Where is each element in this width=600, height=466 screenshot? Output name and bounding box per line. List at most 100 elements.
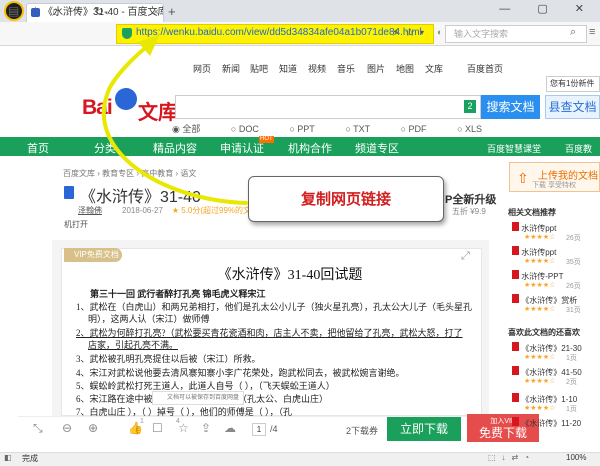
gnav-premium[interactable]: 精品内容 <box>153 140 197 156</box>
related-item-pages: 26页 <box>566 235 581 242</box>
page-number-input[interactable]: 1 <box>252 423 266 436</box>
gnav-smart-class[interactable]: 百度智慧课堂 <box>487 142 541 155</box>
liked-item-pages: 2页 <box>566 379 577 386</box>
dislike-icon[interactable]: ☐ <box>152 421 163 435</box>
search-engine-icon[interactable]: ◐ <box>437 27 442 37</box>
related-docs-header: 相关文档推荐 <box>508 208 556 217</box>
forward-icon[interactable]: › <box>75 4 79 18</box>
nav-link-wenku[interactable]: 文库 <box>425 62 443 75</box>
extensions-icon[interactable]: ▤ <box>8 4 19 18</box>
new-tab-button[interactable]: + <box>168 4 176 19</box>
like-count: 1 <box>140 418 144 425</box>
zoom-out-icon[interactable]: ⊖ <box>62 421 72 435</box>
filter-xls[interactable]: ○ XLS <box>457 124 496 134</box>
url-dropdown-icon[interactable]: ▾ <box>420 28 424 37</box>
search-icon[interactable]: ⌕ <box>570 26 576 39</box>
cloud-icon[interactable]: ☁ <box>224 421 236 435</box>
upload-subtitle: 下载 享受特权 <box>532 182 576 189</box>
filter-doc-label: DOC <box>238 124 259 134</box>
save-to-netdisk-toast[interactable]: 文档可以被保存到百度网盘 <box>152 391 244 405</box>
gnav-edu[interactable]: 百度教 <box>565 142 592 155</box>
nav-link-tieba[interactable]: 贴吧 <box>250 62 268 75</box>
filter-pdf[interactable]: ○ PDF <box>401 124 441 134</box>
filter-doc[interactable]: ○ DOC <box>231 124 273 134</box>
nav-link-news[interactable]: 新闻 <box>222 62 240 75</box>
nav-link-web[interactable]: 网页 <box>193 62 211 75</box>
breadcrumb[interactable]: 百度文库 › 教育专区 › 高中教育 › 语文 <box>63 168 196 179</box>
liked-item-stars: ★★★★☆ <box>524 378 556 385</box>
vip-upgrade-title[interactable]: P全新升级 <box>445 191 496 207</box>
liked-item-title: 《水浒传》11-20 <box>521 419 582 428</box>
back-icon[interactable]: ← <box>103 4 115 18</box>
word-doc-icon <box>512 342 519 351</box>
filter-xls-label: XLS <box>465 124 483 134</box>
star-icon[interactable]: ☆ <box>30 4 41 18</box>
download-now-button[interactable]: 立即下载 <box>387 417 461 441</box>
gnav-home[interactable]: 首页 <box>27 140 49 156</box>
url-text[interactable]: https://wenku.baidu.com/view/dd5d34834af… <box>136 27 422 38</box>
doc-meta: 泽翰佛 2018-06-27 ★ 5.0分(超过99%的文档) <box>78 205 262 216</box>
nav-link-video[interactable]: 视频 <box>308 62 326 75</box>
doc-line: 明），这两人认（宋江）做师傅 <box>88 314 210 324</box>
fullscreen-icon[interactable]: ⤢ <box>461 250 470 263</box>
liked-item-title: 《水浒传》21-30 <box>521 344 582 353</box>
lightning-icon[interactable]: ⚡ <box>392 26 400 39</box>
filter-txt[interactable]: ○ TXT <box>345 124 384 134</box>
gnav-certify[interactable]: 申请认证 <box>220 140 264 156</box>
liked-item[interactable]: 《水浒传》11-20 <box>512 417 600 429</box>
author-link[interactable]: 泽翰佛 <box>78 206 102 215</box>
related-item-title: 水浒传ppt <box>521 248 557 257</box>
doc-search-input[interactable] <box>175 95 481 119</box>
nav-link-baidu-home[interactable]: 百度首页 <box>467 62 503 75</box>
gnav-category[interactable]: 分类 <box>94 140 116 156</box>
tab-close-icon[interactable]: × <box>153 4 159 21</box>
status-icon: ◧ <box>4 453 12 462</box>
status-tools-icons[interactable]: ⬚↓⇄◔ <box>488 453 535 462</box>
bookmark-star-icon[interactable]: ☆ <box>405 26 415 39</box>
filter-ppt[interactable]: ○ PPT <box>289 124 328 134</box>
share-icon[interactable]: ⇪ <box>201 421 211 435</box>
nav-link-images[interactable]: 图片 <box>367 62 385 75</box>
security-shield-icon <box>122 28 132 39</box>
upload-icon: ⇧ <box>517 170 529 186</box>
vip-free-badge: VIP免费文档 <box>64 248 122 262</box>
window-controls[interactable]: — ▢ ✕ <box>499 2 596 15</box>
nav-link-zhidao[interactable]: 知道 <box>279 62 297 75</box>
filter-all[interactable]: ◉ 全部 <box>172 124 214 134</box>
doc-line: 3、武松被孔明孔亮提住以后被（宋江）所救。 <box>76 354 261 364</box>
vip-upgrade-price: 五折 ¥9.9 <box>452 207 486 216</box>
hot-badge: HOT <box>259 136 274 143</box>
nav-link-maps[interactable]: 地图 <box>396 62 414 75</box>
filter-txt-label: TXT <box>353 124 371 134</box>
word-doc-icon <box>64 186 74 199</box>
open-hint: 机打开 <box>64 220 88 229</box>
also-liked-header: 喜欢此文档的还喜欢 <box>508 328 580 337</box>
related-item-title: 《水浒传》赏析 <box>521 296 578 305</box>
nav-link-music[interactable]: 音乐 <box>337 62 355 75</box>
word-doc-icon <box>512 222 519 231</box>
search-badge: 2 <box>464 100 476 113</box>
favorite-icon[interactable]: ☆ <box>178 421 189 435</box>
menu-icon[interactable]: ≡ <box>589 26 595 38</box>
county-docs-button[interactable]: 县查文档 <box>545 95 600 119</box>
gnav-channel[interactable]: 频道专区 <box>355 140 399 156</box>
word-doc-icon <box>512 294 519 303</box>
wenku-logo-text[interactable]: 文库 <box>138 96 178 125</box>
doc-line: 5、蜈蚣岭武松打死王道人，此道人自号（ ），（飞天蜈蚣王道人） <box>76 381 335 391</box>
search-docs-button[interactable]: 搜索文档 <box>481 95 540 119</box>
zoom-in-icon[interactable]: ⊕ <box>88 421 98 435</box>
notification-tooltip[interactable]: 您有1份新件 <box>546 76 600 92</box>
file-type-filters[interactable]: ◉ 全部 ○ DOC ○ PPT ○ TXT ○ PDF ○ XLS <box>172 122 510 135</box>
liked-item-stars: ★★★★☆ <box>524 354 556 361</box>
word-doc-icon <box>512 417 519 426</box>
filter-pdf-label: PDF <box>408 124 427 134</box>
baidu-logo-text[interactable]: Bai <box>82 96 113 120</box>
baidu-paw-icon <box>115 88 137 110</box>
upload-my-docs[interactable]: ⇧ 上传我的文档 下载 享受特权 <box>509 162 600 192</box>
fit-screen-icon[interactable]: ⤡ <box>33 421 43 436</box>
home-icon[interactable]: ⌂ <box>52 4 59 18</box>
browser-search-input[interactable]: 输入文字搜索 <box>445 25 587 43</box>
site-top-nav <box>0 47 600 87</box>
gnav-org[interactable]: 机构合作 <box>288 140 332 156</box>
zoom-level[interactable]: 100% <box>566 453 586 462</box>
